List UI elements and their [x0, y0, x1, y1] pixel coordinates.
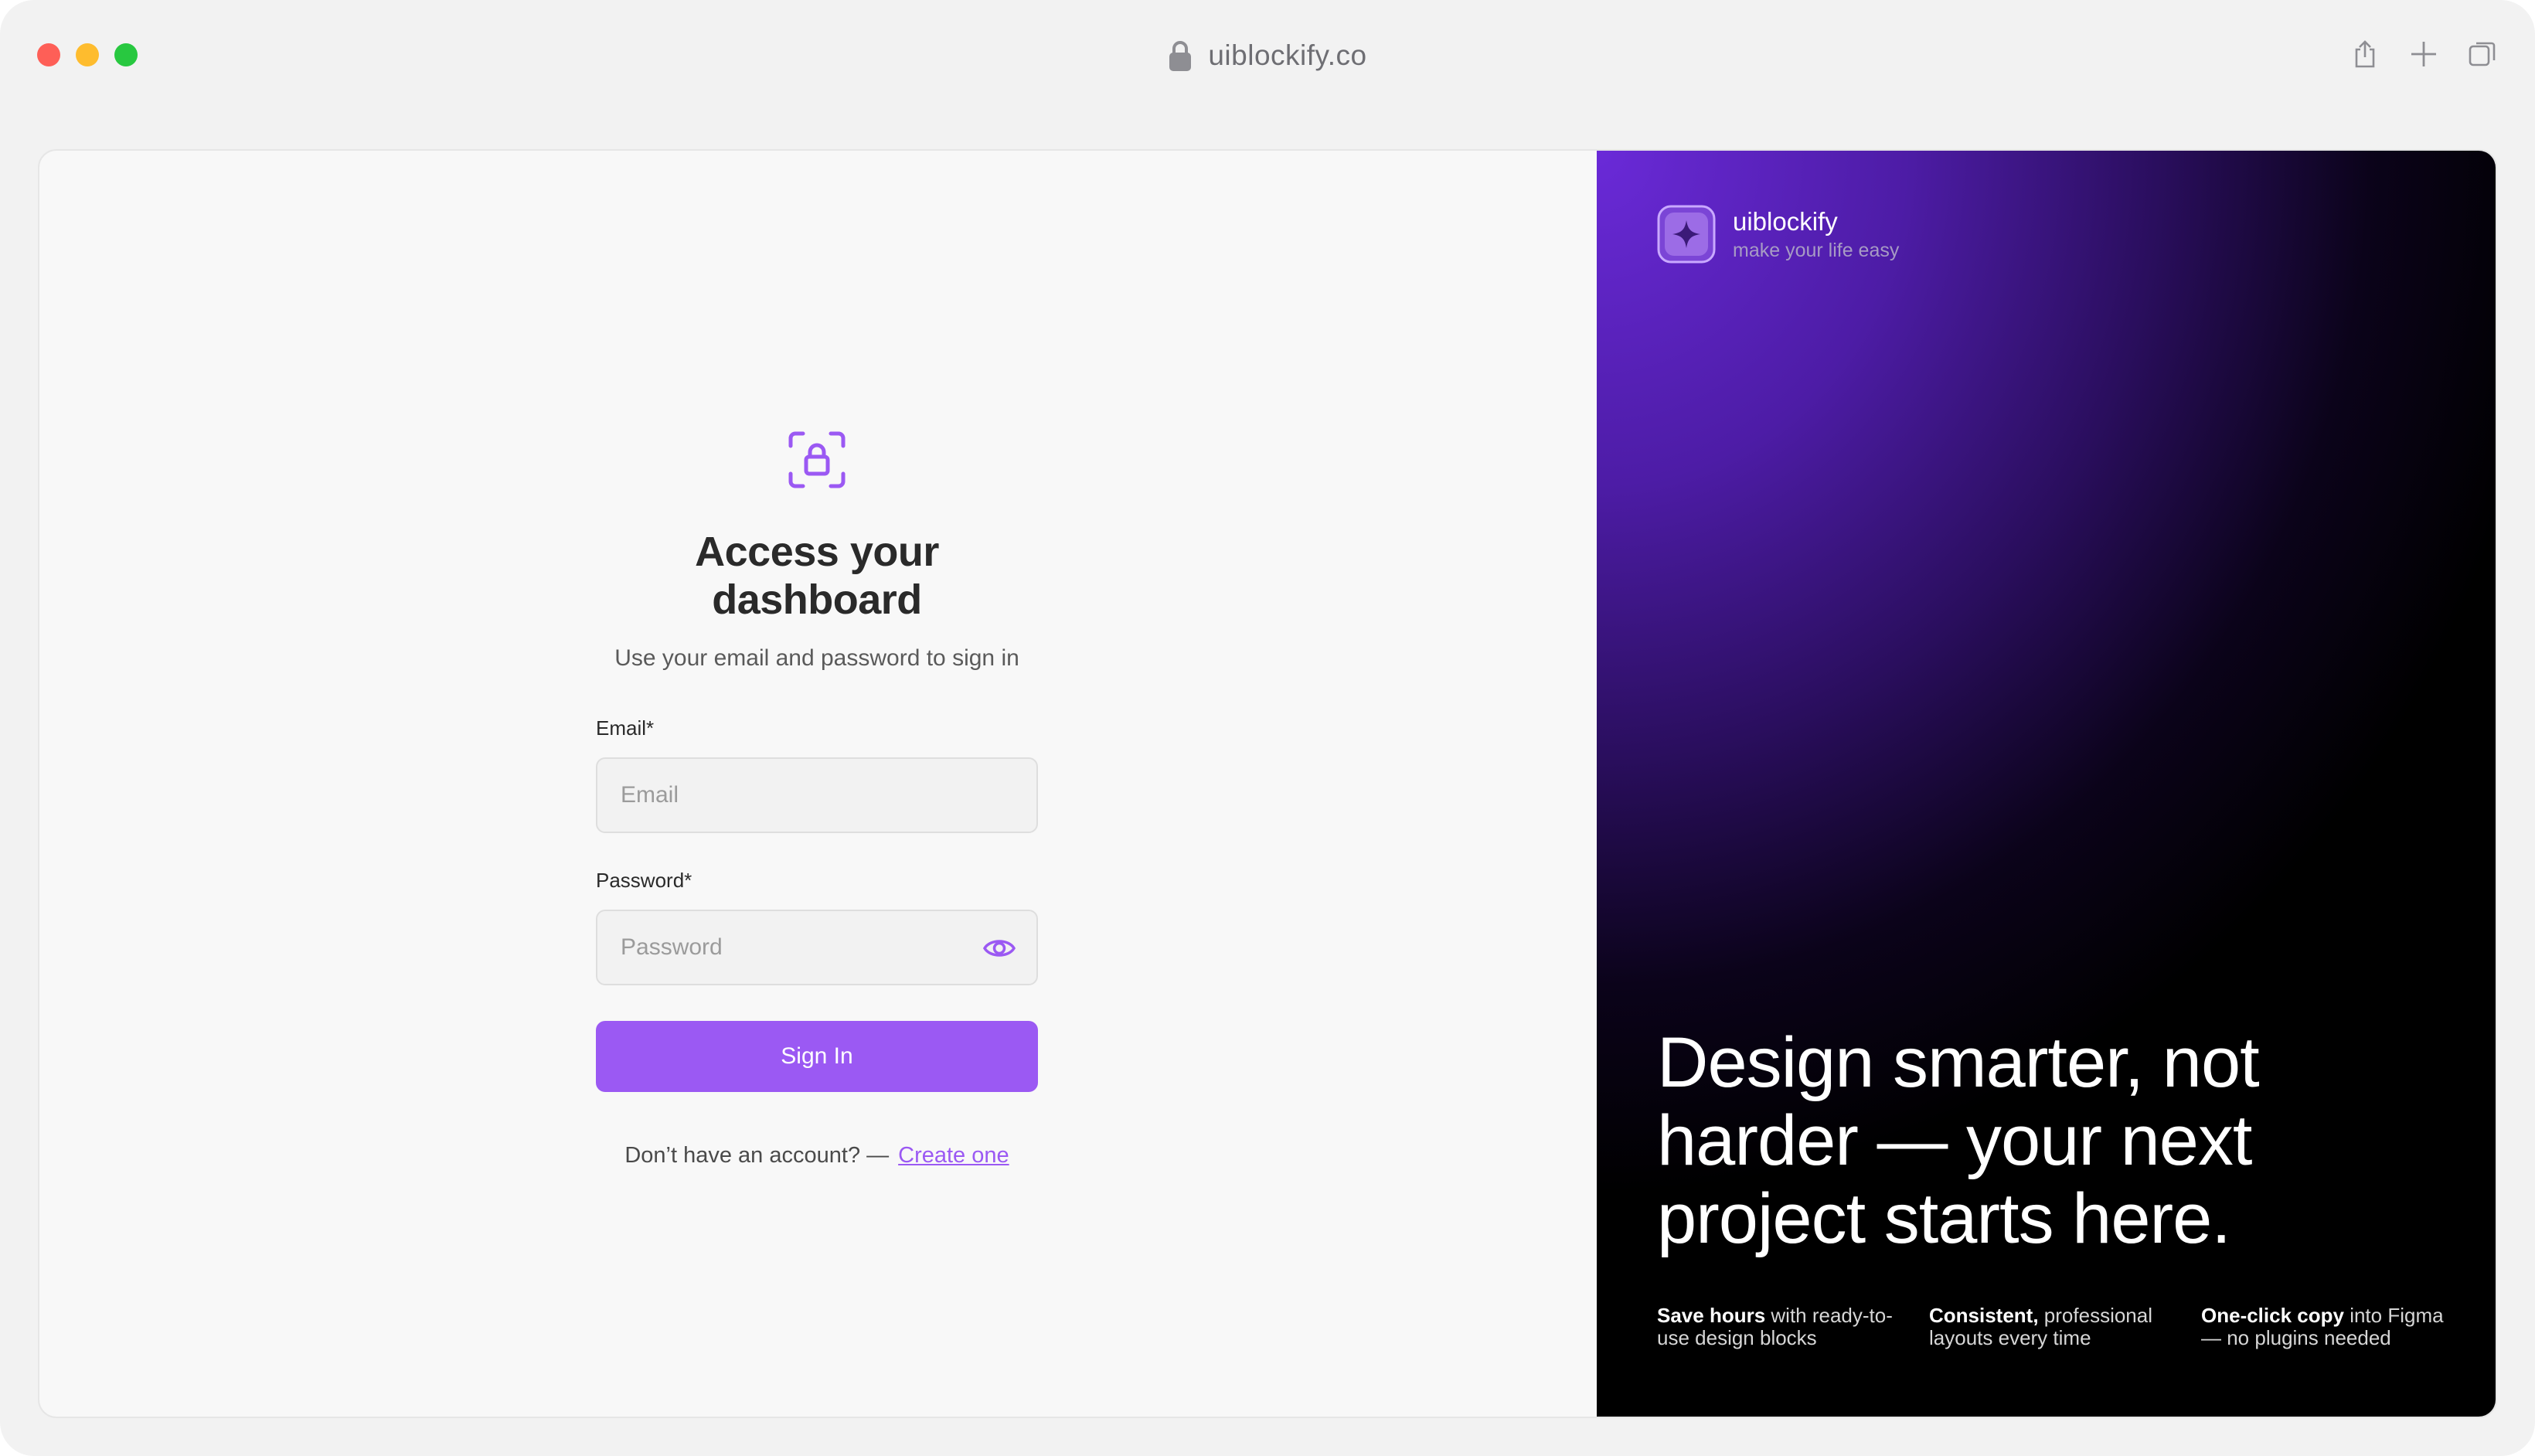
password-field-wrapper: [596, 910, 1038, 985]
signup-prompt-line: Don’t have an account? — Create one: [596, 1143, 1038, 1169]
feature-highlight: Save hours: [1657, 1304, 1766, 1327]
create-account-link[interactable]: Create one: [898, 1143, 1009, 1168]
browser-actions: [2350, 39, 2498, 70]
feature-item: Save hours with ready-to-use design bloc…: [1657, 1305, 1929, 1349]
brand-text: uiblockify make your life easy: [1733, 207, 1899, 262]
feature-list: Save hours with ready-to-use design bloc…: [1657, 1305, 2473, 1349]
feature-item: Consistent, professional layouts every t…: [1929, 1305, 2201, 1349]
share-icon[interactable]: [2350, 39, 2380, 70]
email-input[interactable]: [597, 759, 1036, 832]
face-lock-icon: [788, 431, 846, 488]
browser-window: uiblockify.co Access your dashboard Use …: [0, 0, 2535, 1456]
brand-name: uiblockify: [1733, 206, 1838, 236]
feature-highlight: One-click copy: [2201, 1304, 2344, 1327]
plus-icon[interactable]: [2408, 39, 2439, 70]
browser-toolbar: uiblockify.co: [0, 0, 2535, 116]
address-bar[interactable]: uiblockify.co: [0, 34, 2535, 77]
signin-section: Access your dashboard Use your email and…: [39, 151, 1597, 1417]
feature-highlight: Consistent,: [1929, 1304, 2039, 1327]
page-title: Access your dashboard: [695, 529, 939, 623]
email-field-wrapper: [596, 757, 1038, 833]
brand-tagline: make your life easy: [1733, 239, 1900, 261]
password-input[interactable]: [597, 911, 1036, 984]
signup-prompt: Don’t have an account? —: [624, 1143, 890, 1168]
page-subtitle: Use your email and password to sign in: [614, 645, 1019, 671]
email-label: Email*: [596, 716, 655, 740]
feature-item: One-click copy into Figma — no plugins n…: [2201, 1305, 2473, 1349]
hero-section: uiblockify make your life easy Design sm…: [1597, 151, 2496, 1417]
eye-icon[interactable]: [982, 934, 1016, 962]
hero-headline: Design smarter, not harder — your next p…: [1657, 1023, 2260, 1258]
brand: uiblockify make your life easy: [1657, 205, 1899, 264]
sign-in-button[interactable]: Sign In: [596, 1021, 1038, 1092]
address-url[interactable]: uiblockify.co: [1208, 39, 1366, 72]
content-panel: Access your dashboard Use your email and…: [38, 149, 2497, 1418]
signin-form: Access your dashboard Use your email and…: [596, 429, 1038, 1169]
lock-icon: [1169, 41, 1192, 71]
password-label: Password*: [596, 869, 692, 892]
sparkle-icon: [1657, 205, 1716, 264]
tabs-overview-icon[interactable]: [2467, 39, 2498, 70]
